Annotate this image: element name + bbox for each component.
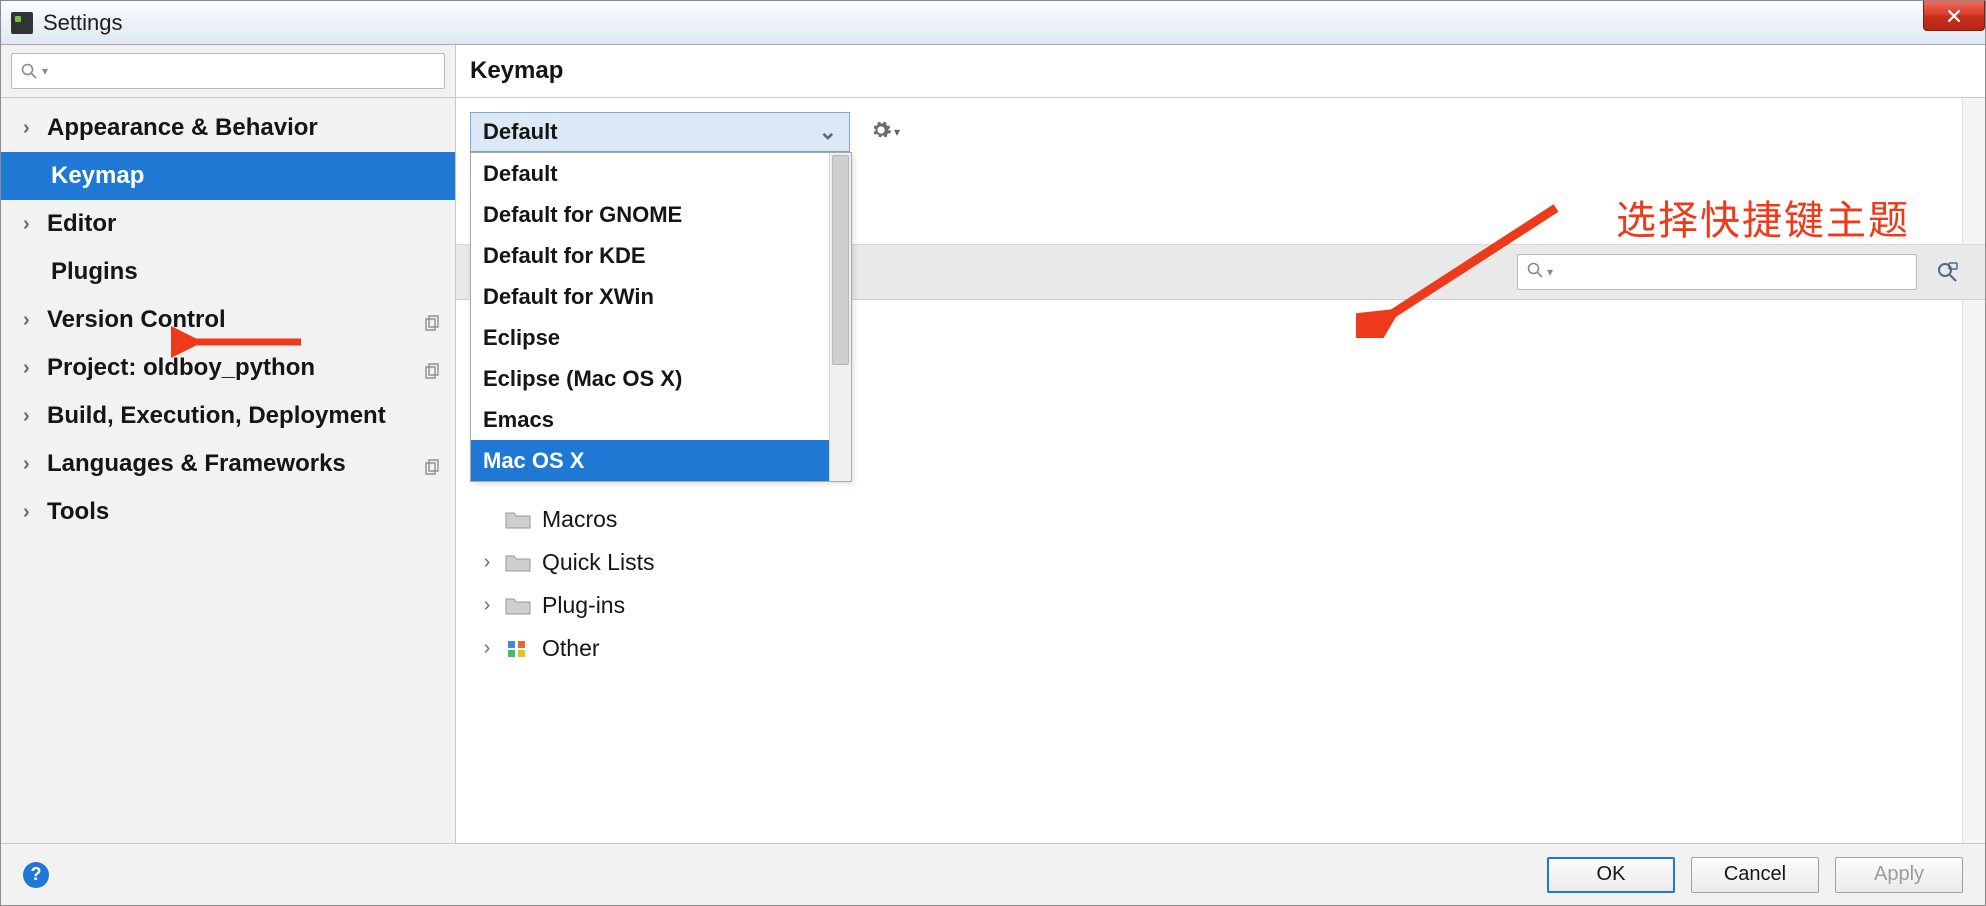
dropdown-scrollbar-thumb[interactable] <box>832 155 849 365</box>
sidebar-item-label: Appearance & Behavior <box>47 114 318 142</box>
tree-item-label: Other <box>542 635 600 662</box>
sidebar-item-languages[interactable]: › Languages & Frameworks <box>1 440 455 488</box>
sidebar-item-tools[interactable]: › Tools <box>1 488 455 536</box>
find-shortcut-icon[interactable] <box>1935 260 1959 284</box>
annotation-text: 选择快捷键主题 <box>1616 188 1910 246</box>
keymap-option-eclipse[interactable]: Eclipse <box>471 317 851 358</box>
footer: ? OK Cancel Apply <box>1 843 1985 905</box>
keymap-option-gnome[interactable]: Default for GNOME <box>471 194 851 235</box>
help-button[interactable]: ? <box>23 862 49 888</box>
dropdown-scrollbar[interactable] <box>829 153 851 481</box>
chevron-right-icon: › <box>23 213 47 236</box>
main-content: Default ⌄ ▾ <box>456 98 1985 843</box>
sidebar-item-plugins[interactable]: Plugins <box>1 248 455 296</box>
chevron-right-icon: › <box>23 309 47 332</box>
close-icon <box>1946 8 1962 24</box>
folder-icon <box>504 595 532 617</box>
sidebar-item-appearance[interactable]: › Appearance & Behavior <box>1 104 455 152</box>
apply-button[interactable]: Apply <box>1835 857 1963 893</box>
keymap-dropdown: Default Default for GNOME Default for KD… <box>470 152 852 482</box>
project-scope-icon <box>423 359 441 377</box>
body: ▾ › Appearance & Behavior Keymap <box>1 45 1985 843</box>
sidebar-item-editor[interactable]: › Editor <box>1 200 455 248</box>
tree-item-label: Macros <box>542 506 617 533</box>
project-scope-icon <box>423 455 441 473</box>
chevron-right-icon: › <box>470 551 504 574</box>
tree-item-other[interactable]: › Other <box>470 627 654 670</box>
keymap-select[interactable]: Default ⌄ <box>470 112 850 152</box>
sidebar-search-row: ▾ <box>1 45 455 98</box>
chevron-right-icon: › <box>470 594 504 617</box>
settings-window: Settings ▾ › Appearan <box>0 0 1986 906</box>
keymap-option-kde[interactable]: Default for KDE <box>471 235 851 276</box>
sidebar-search-field[interactable] <box>48 61 436 82</box>
chevron-right-icon: › <box>470 637 504 660</box>
keymap-option-eclipse-mac[interactable]: Eclipse (Mac OS X) <box>471 358 851 399</box>
chevron-right-icon: › <box>23 501 47 524</box>
tree-item-label: Quick Lists <box>542 549 654 576</box>
chevron-right-icon: › <box>23 357 47 380</box>
sidebar-item-label: Tools <box>47 498 109 526</box>
ok-button[interactable]: OK <box>1547 857 1675 893</box>
sidebar: ▾ › Appearance & Behavior Keymap <box>1 45 456 843</box>
sidebar-item-label: Languages & Frameworks <box>47 450 346 478</box>
cancel-button[interactable]: Cancel <box>1691 857 1819 893</box>
chevron-right-icon: › <box>23 453 47 476</box>
sidebar-item-label: Build, Execution, Deployment <box>47 402 386 430</box>
annotation-arrow-icon <box>171 317 311 367</box>
keymap-gear-button[interactable]: ▾ <box>870 119 900 146</box>
chevron-down-icon: ▾ <box>894 125 900 139</box>
settings-tree: › Appearance & Behavior Keymap › Editor <box>1 98 455 843</box>
annotation-arrow-icon <box>1356 198 1566 338</box>
project-scope-icon <box>423 311 441 329</box>
window-title: Settings <box>43 10 123 36</box>
main-panel: Keymap Default ⌄ ▾ <box>456 45 1985 843</box>
actions-search-input[interactable]: ▾ <box>1517 254 1917 290</box>
tree-item-quicklists[interactable]: › Quick Lists <box>470 541 654 584</box>
page-title: Keymap <box>470 57 563 85</box>
close-button[interactable] <box>1923 1 1985 31</box>
tree-item-plugins[interactable]: › Plug-ins <box>470 584 654 627</box>
chevron-right-icon: › <box>23 117 47 140</box>
main-title-row: Keymap <box>456 45 1985 98</box>
keymap-option-xwin[interactable]: Default for XWin <box>471 276 851 317</box>
keymap-select-value: Default <box>483 119 558 145</box>
folder-icon <box>504 552 532 574</box>
keymap-row: Default ⌄ ▾ <box>470 112 1965 152</box>
folder-icon <box>504 509 532 531</box>
actions-tree: › Macros › Quick Lists › <box>470 498 654 670</box>
app-icon <box>11 12 33 34</box>
keymap-option-default[interactable]: Default <box>471 153 851 194</box>
sidebar-item-label: Keymap <box>51 162 144 190</box>
sidebar-search-input[interactable]: ▾ <box>11 53 445 89</box>
tree-item-macros[interactable]: › Macros <box>470 498 654 541</box>
keymap-option-emacs[interactable]: Emacs <box>471 399 851 440</box>
chevron-down-icon: ⌄ <box>819 119 837 145</box>
gear-icon <box>870 119 892 146</box>
other-icon <box>504 638 532 660</box>
search-icon <box>20 62 38 80</box>
sidebar-item-label: Plugins <box>51 258 138 286</box>
titlebar: Settings <box>1 1 1985 45</box>
sidebar-item-build[interactable]: › Build, Execution, Deployment <box>1 392 455 440</box>
sidebar-item-label: Editor <box>47 210 116 238</box>
help-icon: ? <box>31 864 42 885</box>
actions-search-field[interactable] <box>1557 262 1908 283</box>
tree-item-label: Plug-ins <box>542 592 625 619</box>
keymap-option-macosx[interactable]: Mac OS X <box>471 440 851 481</box>
chevron-right-icon: › <box>23 405 47 428</box>
sidebar-item-keymap[interactable]: Keymap <box>1 152 455 200</box>
